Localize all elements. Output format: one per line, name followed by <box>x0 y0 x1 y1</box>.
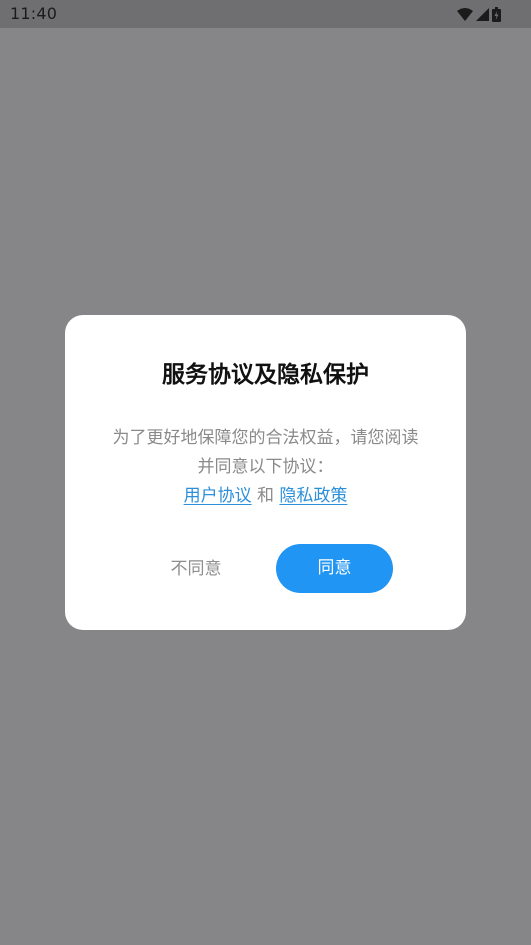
conjunction-text: 和 <box>257 486 274 506</box>
privacy-dialog: 服务协议及隐私保护 为了更好地保障您的合法权益，请您阅读 并同意以下协议： 用户… <box>65 315 466 630</box>
cellular-signal-icon <box>476 7 489 21</box>
dialog-title: 服务协议及隐私保护 <box>162 362 369 388</box>
status-time: 11:40 <box>10 4 58 23</box>
message-line-1: 为了更好地保障您的合法权益，请您阅读 <box>112 428 419 448</box>
status-icons <box>457 6 501 22</box>
message-line-2: 并同意以下协议： <box>197 457 334 477</box>
battery-icon <box>492 6 501 22</box>
status-bar: 11:40 <box>0 0 531 28</box>
privacy-policy-link[interactable]: 隐私政策 <box>279 486 347 506</box>
wifi-icon <box>457 7 473 21</box>
dialog-message: 为了更好地保障您的合法权益，请您阅读 并同意以下协议： 用户协议 和 隐私政策 <box>95 424 436 511</box>
screen: 11:40 服务协议及隐私保护 为了更好地保障您的合法权益，请您阅读 并同意以下… <box>0 0 531 945</box>
agreement-links-line: 用户协议 和 隐私政策 <box>95 482 436 511</box>
agree-button[interactable]: 同意 <box>276 544 393 593</box>
disagree-button[interactable]: 不同意 <box>156 555 236 583</box>
user-agreement-link[interactable]: 用户协议 <box>184 486 252 506</box>
